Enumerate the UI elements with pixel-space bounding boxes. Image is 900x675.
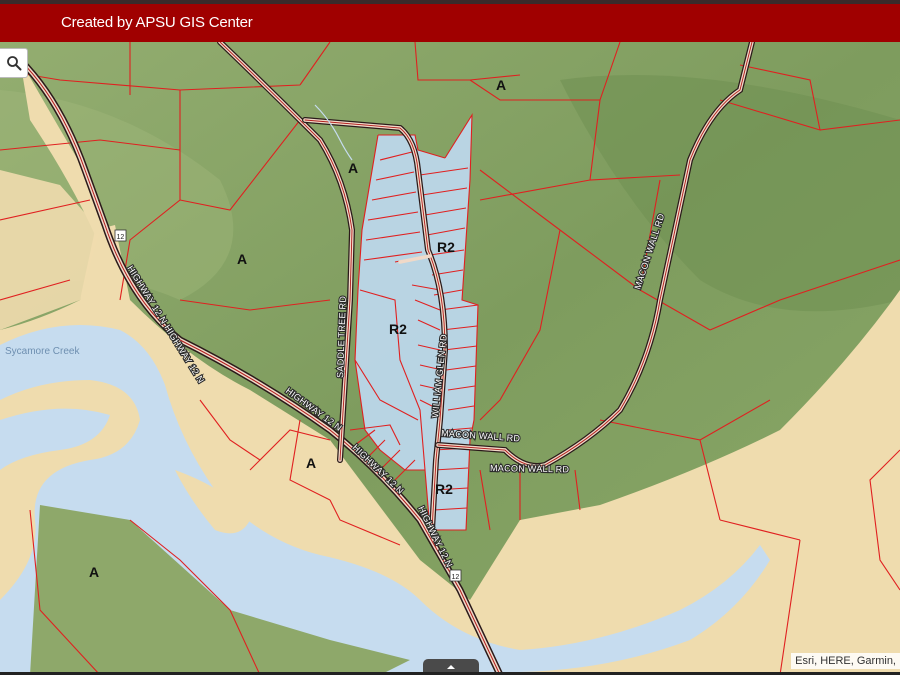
zone-label-r2-center: R2 xyxy=(389,321,407,337)
zone-label-a-north: A xyxy=(496,77,506,93)
zone-label-a-west: A xyxy=(237,251,247,267)
app-title: Created by APSU GIS Center xyxy=(61,14,253,31)
zone-label-a-south: A xyxy=(306,455,316,471)
app-header: Created by APSU GIS Center xyxy=(0,4,900,42)
search-icon xyxy=(6,56,21,71)
route-shield-north-number: 12 xyxy=(117,234,125,241)
water-label: Sycamore Creek xyxy=(5,346,80,357)
zone-label-r2-north: R2 xyxy=(437,239,455,255)
map-canvas[interactable]: A A A A A R2 R2 R2 Sycamore Creek SADDLE… xyxy=(0,42,900,675)
road-label-macon-wall-2: MACON WALL RD xyxy=(490,463,570,474)
zone-label-a-saddle: A xyxy=(348,160,358,176)
zone-label-a-southwest: A xyxy=(89,564,99,580)
route-shield-south: 12 xyxy=(449,569,462,582)
map-view[interactable]: A A A A A R2 R2 R2 Sycamore Creek SADDLE… xyxy=(0,42,900,675)
map-attribution[interactable]: Esri, HERE, Garmin, xyxy=(791,653,900,669)
chevron-up-icon xyxy=(447,665,455,669)
zone-label-r2-south: R2 xyxy=(435,481,453,497)
route-shield-north: 12 xyxy=(114,229,127,242)
route-shield-south-number: 12 xyxy=(452,574,460,581)
search-button[interactable] xyxy=(0,48,28,78)
